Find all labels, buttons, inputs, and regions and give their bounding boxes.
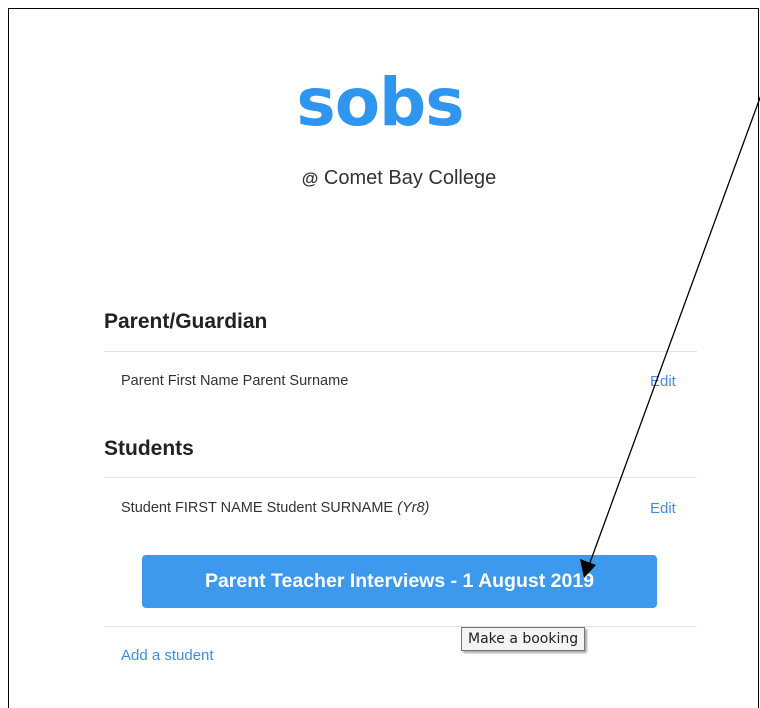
divider — [104, 477, 697, 478]
divider — [104, 351, 697, 352]
parent-guardian-heading: Parent/Guardian — [104, 310, 268, 333]
students-heading: Students — [104, 437, 194, 460]
edit-parent-link[interactable]: Edit — [650, 373, 676, 390]
add-student-link[interactable]: Add a student — [121, 647, 214, 664]
divider — [104, 626, 697, 627]
student-row: Student FIRST NAME Student SURNAME (Yr8) — [121, 500, 429, 516]
school-name-text: Comet Bay College — [323, 167, 497, 189]
parent-name: Parent First Name Parent Surname — [121, 373, 349, 389]
at-symbol: @ — [301, 169, 319, 188]
make-booking-tooltip: Make a booking — [461, 627, 586, 651]
school-name: @ Comet Bay College — [0, 167, 760, 190]
edit-student-link[interactable]: Edit — [650, 500, 676, 517]
event-booking-button[interactable]: Parent Teacher Interviews - 1 August 201… — [142, 555, 657, 608]
student-year: (Yr8) — [397, 500, 430, 516]
sobs-logo: sobs — [296, 64, 464, 141]
student-name: Student FIRST NAME Student SURNAME — [121, 500, 394, 516]
